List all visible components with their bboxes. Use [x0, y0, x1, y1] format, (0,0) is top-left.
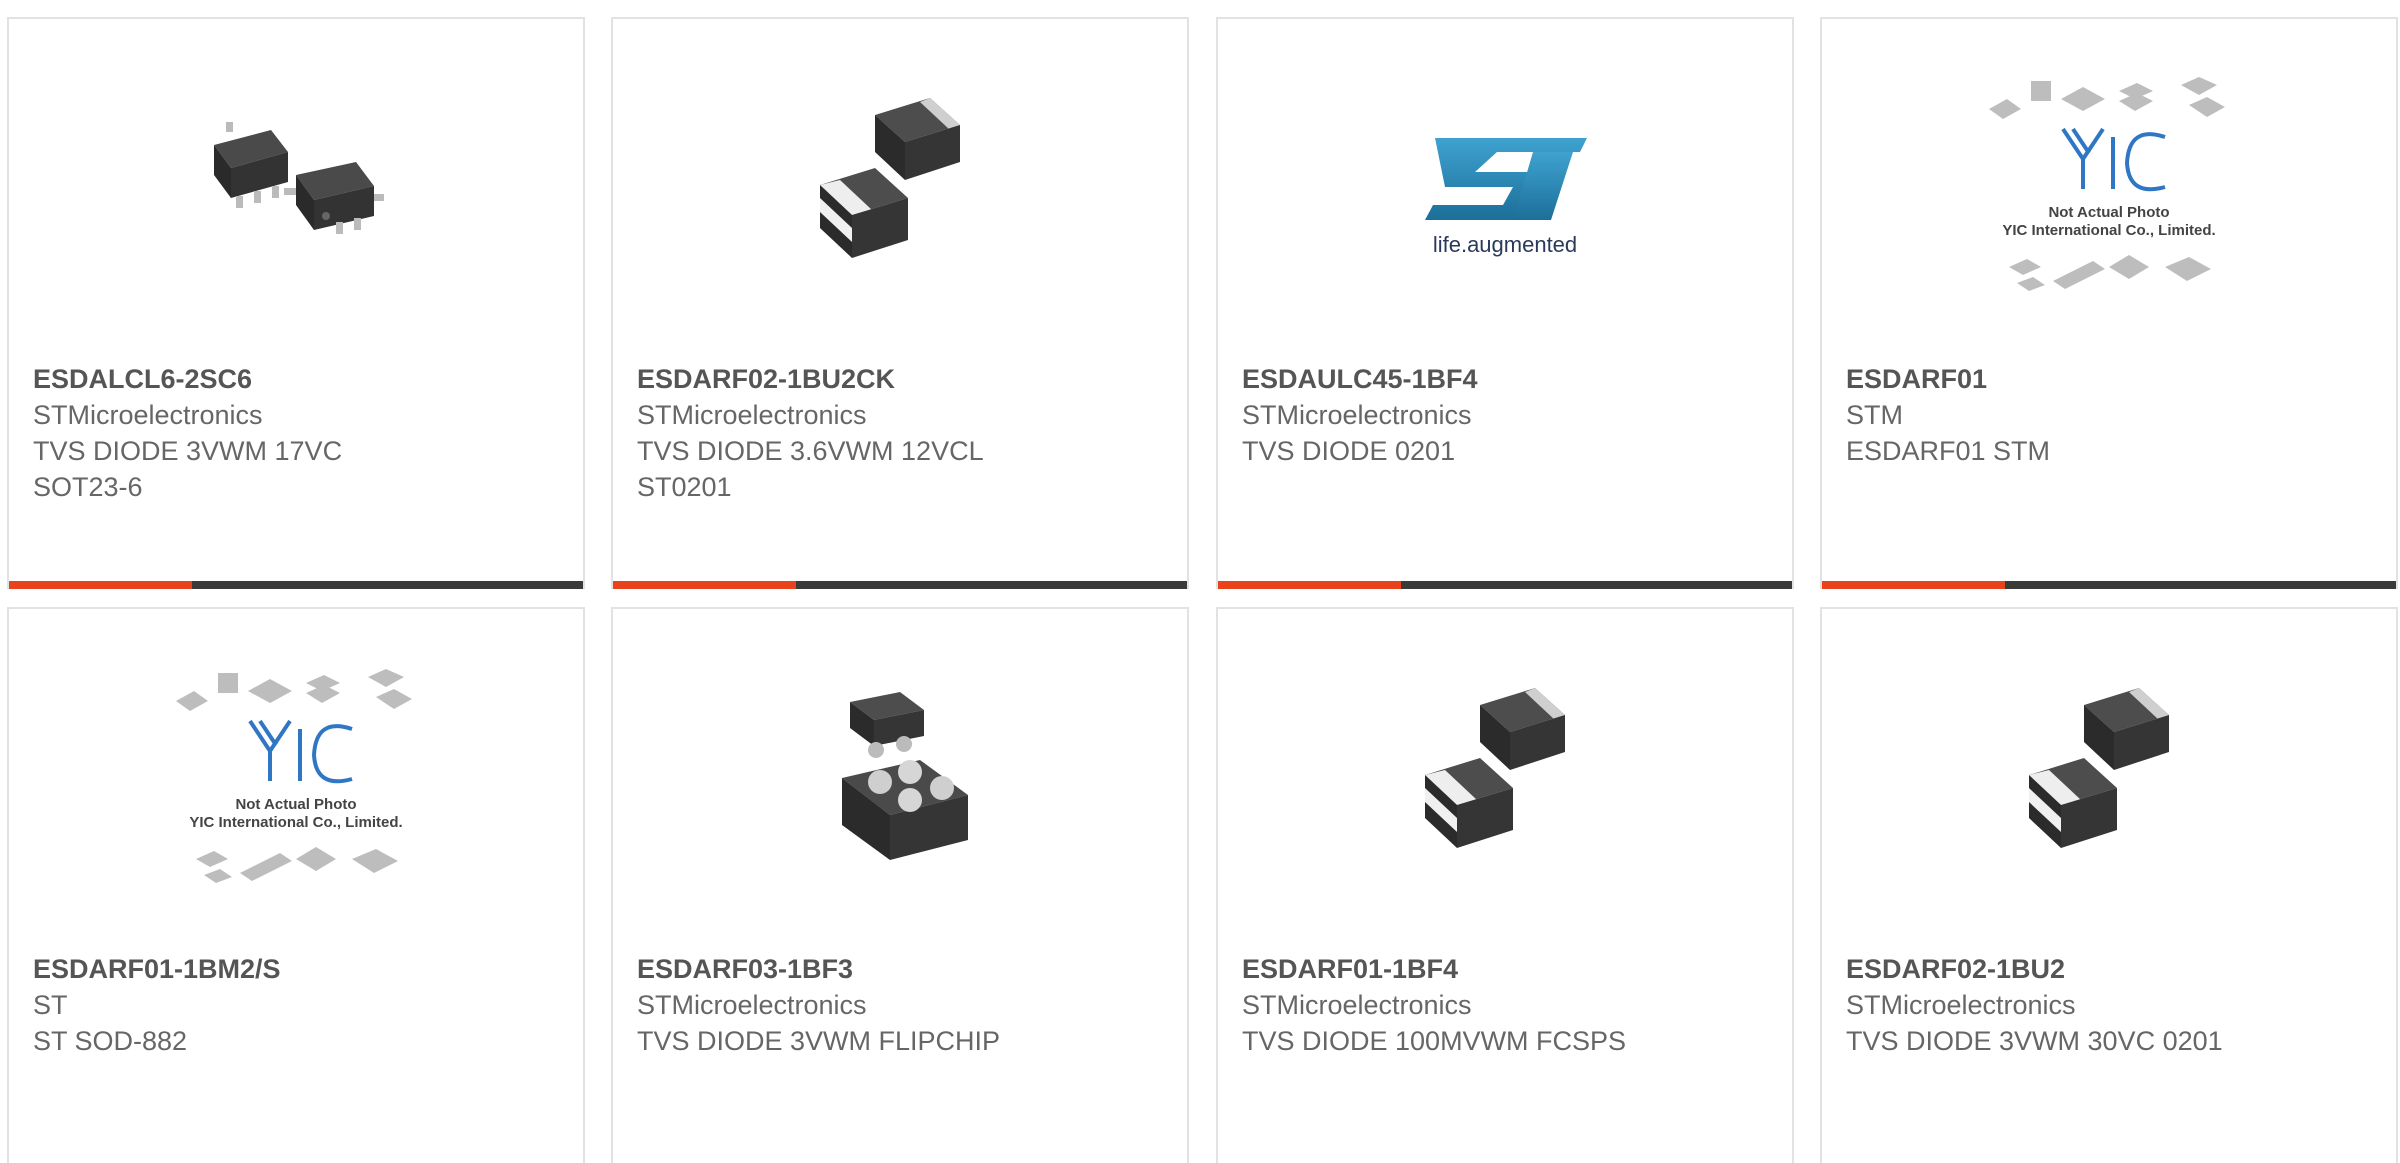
product-card[interactable]: ESDARF02-1BU2CK STMicroelectronics TVS D… — [611, 17, 1189, 589]
product-card[interactable]: Not Actual Photo YIC International Co., … — [7, 607, 585, 1163]
description: ST SOD-882 — [33, 1026, 188, 1056]
product-info: ESDALCL6-2SC6 STMicroelectronics TVS DIO… — [33, 361, 571, 505]
flipchip-package-icon[interactable] — [800, 677, 1000, 882]
part-number[interactable]: ESDARF03-1BF3 — [637, 951, 1175, 987]
product-card[interactable]: ESDARF02-1BU2 STMicroelectronics TVS DIO… — [1820, 607, 2398, 1163]
part-number[interactable]: ESDARF02-1BU2CK — [637, 361, 1175, 397]
placeholder-line2: YIC International Co., Limited. — [2002, 222, 2215, 239]
yic-placeholder-icon[interactable]: Not Actual Photo YIC International Co., … — [156, 663, 436, 903]
sot23-6-package-icon[interactable] — [196, 87, 396, 292]
package: ST0201 — [637, 472, 732, 502]
manufacturer: STMicroelectronics — [33, 400, 263, 430]
part-number[interactable]: ESDARF01 — [1846, 361, 2384, 397]
manufacturer: STMicroelectronics — [1242, 400, 1472, 430]
description: TVS DIODE 3.6VWM 12VCL — [637, 436, 984, 466]
card-bottom-bar — [9, 581, 583, 589]
st0201-package-icon[interactable] — [800, 87, 1000, 292]
product-info: ESDAULC45-1BF4 STMicroelectronics TVS DI… — [1242, 361, 1780, 469]
logo-tagline: life.augmented — [1433, 232, 1577, 257]
placeholder-line1: Not Actual Photo — [235, 796, 356, 813]
card-bottom-bar — [613, 581, 1187, 589]
manufacturer: STMicroelectronics — [1242, 990, 1472, 1020]
card-bottom-bar — [1218, 581, 1792, 589]
st0201-package-icon[interactable] — [2009, 677, 2209, 882]
manufacturer: STMicroelectronics — [637, 400, 867, 430]
card-accent — [613, 581, 796, 589]
card-bottom-bar — [1822, 581, 2396, 589]
product-grid: ESDALCL6-2SC6 STMicroelectronics TVS DIO… — [0, 0, 2400, 1163]
yic-placeholder-icon[interactable]: Not Actual Photo YIC International Co., … — [1969, 71, 2249, 311]
description: ESDARF01 STM — [1846, 436, 2051, 466]
description: TVS DIODE 3VWM 17VC — [33, 436, 343, 466]
package: SOT23-6 — [33, 472, 143, 502]
description: TVS DIODE 3VWM 30VC 0201 — [1846, 1026, 2223, 1056]
product-card[interactable]: life.augmented ESDAULC45-1BF4 STMicroele… — [1216, 17, 1794, 589]
product-info: ESDARF01-1BF4 STMicroelectronics TVS DIO… — [1242, 951, 1780, 1059]
manufacturer: ST — [33, 990, 68, 1020]
placeholder-line1: Not Actual Photo — [2048, 204, 2169, 221]
product-card[interactable]: Not Actual Photo YIC International Co., … — [1820, 17, 2398, 589]
manufacturer: STMicroelectronics — [637, 990, 867, 1020]
product-info: ESDARF01 STM ESDARF01 STM — [1846, 361, 2384, 469]
part-number[interactable]: ESDAULC45-1BF4 — [1242, 361, 1780, 397]
card-accent — [1218, 581, 1401, 589]
st-logo-icon[interactable]: life.augmented — [1405, 87, 1605, 292]
product-card[interactable]: ESDARF01-1BF4 STMicroelectronics TVS DIO… — [1216, 607, 1794, 1163]
product-card[interactable]: ESDALCL6-2SC6 STMicroelectronics TVS DIO… — [7, 17, 585, 589]
part-number[interactable]: ESDARF01-1BF4 — [1242, 951, 1780, 987]
card-accent — [9, 581, 192, 589]
manufacturer: STM — [1846, 400, 1903, 430]
part-number[interactable]: ESDARF01-1BM2/S — [33, 951, 571, 987]
product-card[interactable]: ESDARF03-1BF3 STMicroelectronics TVS DIO… — [611, 607, 1189, 1163]
manufacturer: STMicroelectronics — [1846, 990, 2076, 1020]
product-info: ESDARF03-1BF3 STMicroelectronics TVS DIO… — [637, 951, 1175, 1059]
placeholder-line2: YIC International Co., Limited. — [189, 814, 402, 831]
part-number[interactable]: ESDARF02-1BU2 — [1846, 951, 2384, 987]
description: TVS DIODE 100MVWM FCSPS — [1242, 1026, 1627, 1056]
description: TVS DIODE 0201 — [1242, 436, 1456, 466]
product-info: ESDARF02-1BU2CK STMicroelectronics TVS D… — [637, 361, 1175, 505]
part-number[interactable]: ESDALCL6-2SC6 — [33, 361, 571, 397]
st0201-package-icon[interactable] — [1405, 677, 1605, 882]
description: TVS DIODE 3VWM FLIPCHIP — [637, 1026, 1001, 1056]
card-accent — [1822, 581, 2005, 589]
product-info: ESDARF02-1BU2 STMicroelectronics TVS DIO… — [1846, 951, 2384, 1059]
product-info: ESDARF01-1BM2/S ST ST SOD-882 — [33, 951, 571, 1059]
